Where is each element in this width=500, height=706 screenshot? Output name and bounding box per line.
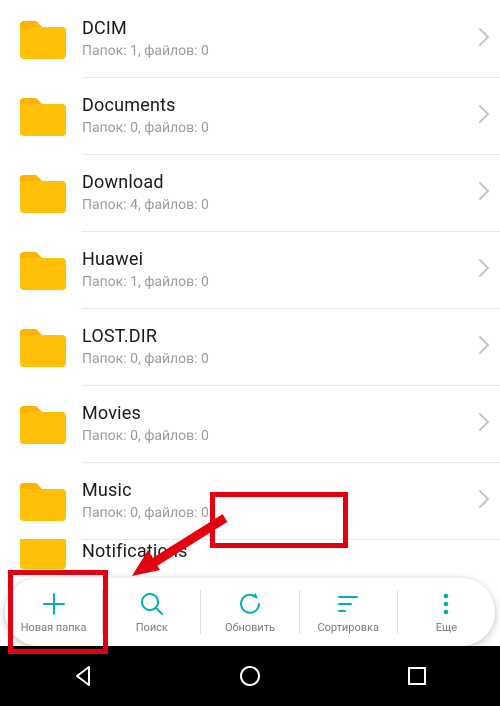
bottom-toolbar: Новая папка Поиск Обновить [5, 578, 495, 646]
more-icon [432, 590, 460, 618]
folder-subtitle: Папок: 0, файлов: 0 [82, 505, 478, 521]
folder-icon [18, 539, 66, 569]
folder-icon [18, 96, 66, 136]
chevron-right-icon [478, 27, 490, 51]
folder-subtitle: Папок: 0, файлов: 0 [82, 120, 478, 136]
more-button[interactable]: Еще [398, 578, 495, 646]
search-button[interactable]: Поиск [103, 578, 200, 646]
folder-name: DCIM [82, 18, 478, 39]
folder-row-lostdir[interactable]: LOST.DIR Папок: 0, файлов: 0 [0, 308, 500, 385]
folder-icon [18, 173, 66, 213]
nav-back-button[interactable] [61, 654, 105, 698]
sort-label: Сортировка [317, 621, 379, 634]
folder-subtitle: Папок: 0, файлов: 0 [82, 351, 478, 367]
android-navbar [0, 646, 500, 706]
new-folder-label: Новая папка [21, 621, 87, 634]
folder-subtitle: Папок: 0, файлов: 0 [82, 428, 478, 444]
sort-icon [334, 590, 362, 618]
chevron-right-icon [478, 104, 490, 128]
folder-row-notifications[interactable]: Notifications [0, 539, 500, 577]
folder-row-documents[interactable]: Documents Папок: 0, файлов: 0 [0, 77, 500, 154]
folder-row-movies[interactable]: Movies Папок: 0, файлов: 0 [0, 385, 500, 462]
folder-name: Download [82, 172, 478, 193]
search-icon [138, 590, 166, 618]
chevron-right-icon [478, 489, 490, 513]
plus-icon [40, 590, 68, 618]
folder-name: Music [82, 480, 478, 501]
folder-icon [18, 481, 66, 521]
folder-subtitle: Папок: 1, файлов: 0 [82, 43, 478, 59]
folder-row-music[interactable]: Music Папок: 0, файлов: 0 [0, 462, 500, 539]
sort-button[interactable]: Сортировка [300, 578, 397, 646]
folder-subtitle: Папок: 4, файлов: 0 [82, 197, 478, 213]
chevron-right-icon [478, 258, 490, 282]
nav-recent-button[interactable] [395, 654, 439, 698]
folder-subtitle: Папок: 1, файлов: 0 [82, 274, 478, 290]
folder-icon [18, 404, 66, 444]
folder-row-download[interactable]: Download Папок: 4, файлов: 0 [0, 154, 500, 231]
search-label: Поиск [136, 621, 168, 634]
folder-name: LOST.DIR [82, 326, 478, 347]
folder-name: Notifications [82, 541, 490, 562]
folder-icon [18, 19, 66, 59]
nav-home-button[interactable] [228, 654, 272, 698]
folder-name: Documents [82, 95, 478, 116]
refresh-button[interactable]: Обновить [201, 578, 298, 646]
refresh-label: Обновить [225, 621, 275, 634]
chevron-right-icon [478, 412, 490, 436]
more-label: Еще [436, 621, 457, 634]
folder-row-huawei[interactable]: Huawei Папок: 1, файлов: 0 [0, 231, 500, 308]
folder-icon [18, 250, 66, 290]
chevron-right-icon [478, 335, 490, 359]
refresh-icon [236, 590, 264, 618]
folder-name: Movies [82, 403, 478, 424]
folder-name: Huawei [82, 249, 478, 270]
new-folder-button[interactable]: Новая папка [5, 578, 102, 646]
folder-row-dcim[interactable]: DCIM Папок: 1, файлов: 0 [0, 0, 500, 77]
folder-icon [18, 327, 66, 367]
chevron-right-icon [478, 181, 490, 205]
